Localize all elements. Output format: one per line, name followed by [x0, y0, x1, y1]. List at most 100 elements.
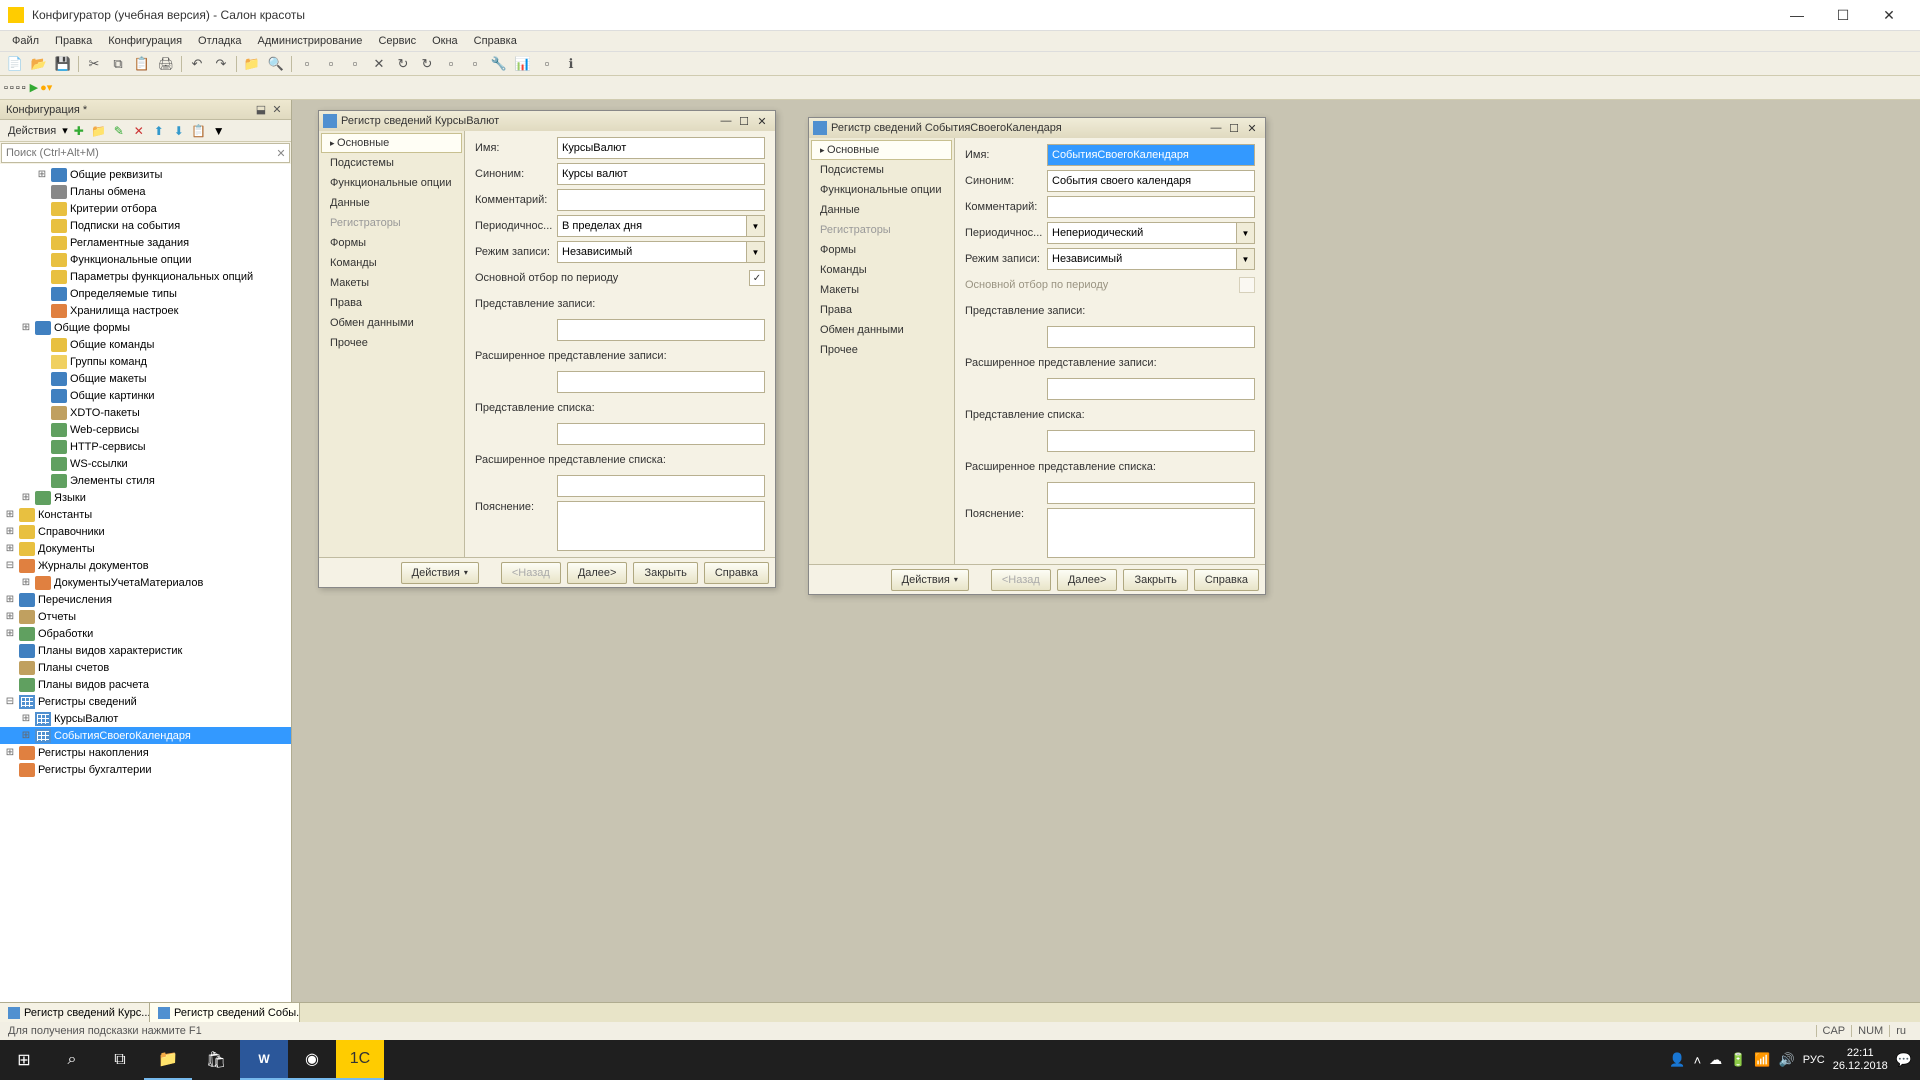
toggle-icon[interactable]	[4, 679, 16, 691]
menu-edit[interactable]: Правка	[49, 33, 98, 49]
field-recmode[interactable]: Независимый▼	[1047, 248, 1255, 270]
field-listview[interactable]	[1047, 430, 1255, 452]
word-icon[interactable]: W	[240, 1040, 288, 1080]
tb-icon-11[interactable]: ▫	[536, 54, 558, 74]
help-button[interactable]: Справка	[1194, 569, 1259, 591]
win1-close-icon[interactable]: ✕	[753, 113, 771, 129]
tb-icon-2[interactable]: ▫	[320, 54, 342, 74]
win1-minimize-icon[interactable]: —	[717, 113, 735, 129]
tree-node[interactable]: Web-сервисы	[0, 421, 291, 438]
maximize-button[interactable]: ☐	[1820, 0, 1866, 30]
tb2-icon-1[interactable]: ▫	[4, 82, 8, 94]
tb-icon-7[interactable]: ▫	[440, 54, 462, 74]
field-explain[interactable]	[557, 501, 765, 551]
tree-node[interactable]: Общие макеты	[0, 370, 291, 387]
redo-icon[interactable]: ↷	[210, 54, 232, 74]
tree-node[interactable]: ⊞Перечисления	[0, 591, 291, 608]
menu-config[interactable]: Конфигурация	[102, 33, 188, 49]
open-icon[interactable]: 📂	[28, 54, 50, 74]
tb2-icon-3[interactable]: ▫	[16, 82, 20, 94]
win2-close-icon[interactable]: ✕	[1243, 120, 1261, 136]
nav-item[interactable]: Регистраторы	[321, 213, 462, 233]
up-icon[interactable]: ⬆	[150, 122, 168, 140]
nav-item[interactable]: Данные	[321, 193, 462, 213]
tree-node[interactable]: WS-ссылки	[0, 455, 291, 472]
toggle-icon[interactable]: ⊟	[4, 560, 16, 572]
filter-icon[interactable]: ▼	[210, 122, 228, 140]
toggle-icon[interactable]	[36, 254, 48, 266]
start-icon[interactable]: ●▾	[40, 81, 52, 94]
toggle-icon[interactable]	[36, 407, 48, 419]
toggle-icon[interactable]: ⊞	[4, 594, 16, 606]
tree-node[interactable]: ⊞СобытияСвоегоКалендаря	[0, 727, 291, 744]
toggle-icon[interactable]	[36, 220, 48, 232]
toggle-icon[interactable]: ⊞	[4, 526, 16, 538]
tree-node[interactable]: ⊞КурсыВалют	[0, 710, 291, 727]
save-icon[interactable]: 💾	[52, 54, 74, 74]
tb-icon-8[interactable]: ▫	[464, 54, 486, 74]
tree-node[interactable]: ⊞Отчеты	[0, 608, 291, 625]
tree-node[interactable]: XDTO-пакеты	[0, 404, 291, 421]
nav-item[interactable]: Основные	[811, 140, 952, 160]
nav-item[interactable]: Формы	[321, 233, 462, 253]
taskview-icon[interactable]: ⧉	[96, 1040, 144, 1080]
win2-maximize-icon[interactable]: ☐	[1225, 120, 1243, 136]
window2-titlebar[interactable]: Регистр сведений СобытияСвоегоКалендаря …	[809, 118, 1265, 138]
toggle-icon[interactable]	[36, 458, 48, 470]
actions-dropdown[interactable]: Действия	[4, 123, 60, 139]
close-button[interactable]: Закрыть	[633, 562, 697, 584]
pin-icon[interactable]: ⬓	[253, 102, 269, 118]
tree-node[interactable]: HTTP-сервисы	[0, 438, 291, 455]
dropdown-icon[interactable]: ▼	[746, 242, 764, 262]
field-name[interactable]	[557, 137, 765, 159]
battery-icon[interactable]: 🔋	[1730, 1052, 1746, 1068]
tb-icon-10[interactable]: 📊	[512, 54, 534, 74]
toggle-icon[interactable]	[36, 203, 48, 215]
1c-icon[interactable]: 1C	[336, 1040, 384, 1080]
field-comment[interactable]	[1047, 196, 1255, 218]
toggle-icon[interactable]	[36, 356, 48, 368]
cut-icon[interactable]: ✂	[83, 54, 105, 74]
field-comment[interactable]	[557, 189, 765, 211]
nav-item[interactable]: Макеты	[811, 280, 952, 300]
nav-item[interactable]: Подсистемы	[811, 160, 952, 180]
tree-node[interactable]: ⊞Документы	[0, 540, 291, 557]
field-name[interactable]	[1047, 144, 1255, 166]
nav-item[interactable]: Макеты	[321, 273, 462, 293]
field-synonym[interactable]	[557, 163, 765, 185]
nav-item[interactable]: Основные	[321, 133, 462, 153]
tree-node[interactable]: Параметры функциональных опций	[0, 268, 291, 285]
tray-lang[interactable]: РУС	[1803, 1054, 1825, 1066]
toggle-icon[interactable]: ⊞	[4, 611, 16, 623]
toggle-icon[interactable]: ⊞	[20, 730, 32, 742]
copy-icon[interactable]: ⧉	[107, 54, 129, 74]
actions-button[interactable]: Действия	[401, 562, 479, 584]
toggle-icon[interactable]	[36, 373, 48, 385]
onedrive-icon[interactable]: ☁	[1709, 1052, 1722, 1068]
add-folder-icon[interactable]: 📁	[90, 122, 108, 140]
window-tab-1[interactable]: Регистр сведений Курс...	[0, 1003, 150, 1022]
nav-item[interactable]: Команды	[321, 253, 462, 273]
toggle-icon[interactable]	[36, 424, 48, 436]
actions-button[interactable]: Действия	[891, 569, 969, 591]
edit-icon[interactable]: ✎	[110, 122, 128, 140]
undo-icon[interactable]: ↶	[186, 54, 208, 74]
toggle-icon[interactable]	[36, 339, 48, 351]
tb-icon-1[interactable]: ▫	[296, 54, 318, 74]
nav-item[interactable]: Регистраторы	[811, 220, 952, 240]
field-recmode[interactable]: Независимый▼	[557, 241, 765, 263]
field-synonym[interactable]	[1047, 170, 1255, 192]
nav-item[interactable]: Формы	[811, 240, 952, 260]
tree-node[interactable]: ⊞Общие реквизиты	[0, 166, 291, 183]
tray-up-icon[interactable]: ˄	[1694, 1053, 1702, 1068]
tree-node[interactable]: Общие команды	[0, 336, 291, 353]
win1-maximize-icon[interactable]: ☐	[735, 113, 753, 129]
toggle-icon[interactable]: ⊞	[4, 509, 16, 521]
field-recview-ext[interactable]	[557, 371, 765, 393]
nav-item[interactable]: Права	[811, 300, 952, 320]
field-listview-ext[interactable]	[557, 475, 765, 497]
zoom-icon[interactable]: 🔍	[265, 54, 287, 74]
next-button[interactable]: Далее>	[567, 562, 628, 584]
nav-item[interactable]: Функциональные опции	[811, 180, 952, 200]
toggle-icon[interactable]: ⊟	[4, 696, 16, 708]
